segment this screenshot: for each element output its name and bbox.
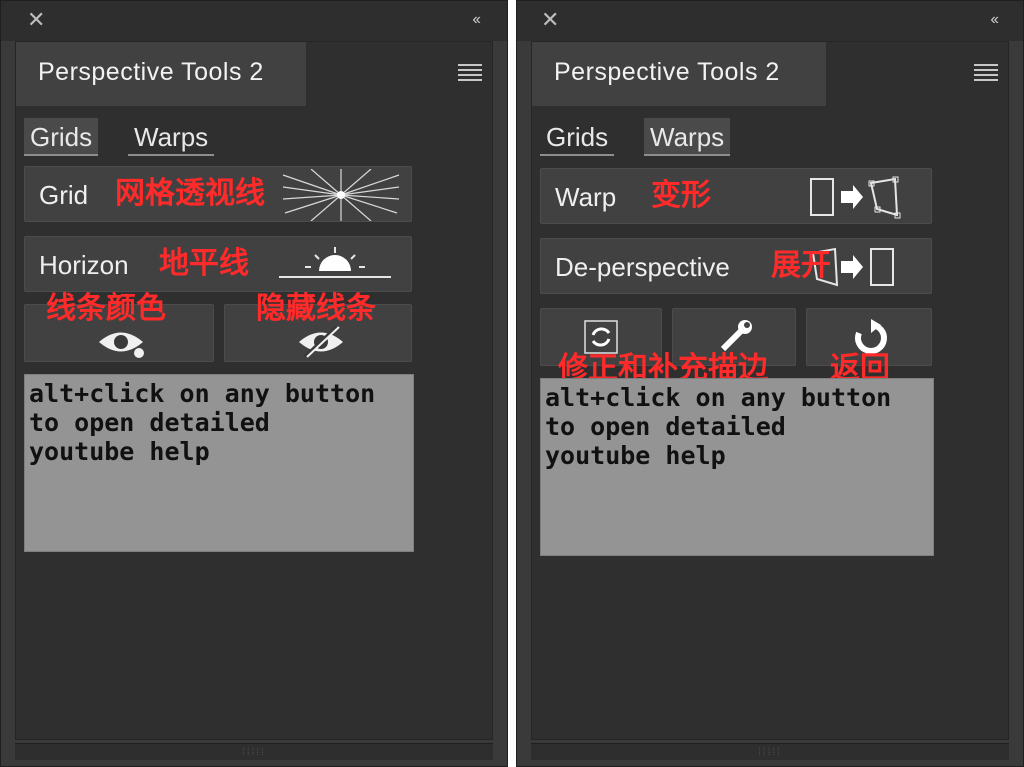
panel-footer: ⁞⁞⁞⁞⁞: [15, 743, 493, 760]
warp-button-label: Warp: [555, 182, 617, 212]
eye-color-icon: [99, 332, 144, 358]
tab-warps[interactable]: Warps: [644, 118, 731, 156]
tab-warps[interactable]: Warps: [128, 118, 215, 156]
panel-menu-icon[interactable]: [974, 64, 998, 81]
grid-annotation: 网格透视线: [115, 176, 265, 211]
eye-hidden-icon: [299, 325, 343, 359]
tab-grids[interactable]: Grids: [24, 118, 99, 156]
horizon-sunrise-icon: [279, 247, 391, 278]
horizon-annotation: 地平线: [159, 246, 249, 281]
panel-topbar: ✕ ‹‹: [1, 1, 507, 41]
help-text: alt+click on any button to open detailed…: [545, 383, 892, 470]
grid-button[interactable]: Grid 网格透视线: [24, 166, 412, 222]
de-perspective-button[interactable]: De-perspective 展开: [540, 238, 932, 294]
warp-icon: [810, 176, 901, 219]
panel-title: Perspective Tools 2: [38, 58, 264, 86]
perspective-tools-panel-grids: ✕ ‹‹ Perspective Tools 2 Grids Warps Gri…: [0, 0, 508, 767]
close-icon[interactable]: ✕: [27, 9, 45, 31]
panel-title: Perspective Tools 2: [554, 58, 780, 86]
horizon-button[interactable]: Horizon 地平线: [24, 236, 412, 292]
close-icon[interactable]: ✕: [541, 9, 559, 31]
panel-title-tab[interactable]: Perspective Tools 2: [16, 42, 306, 106]
help-box: alt+click on any button to open detailed…: [24, 374, 414, 552]
warp-annotation: 变形: [651, 178, 711, 213]
help-text: alt+click on any button to open detailed…: [29, 379, 376, 466]
collapse-icon[interactable]: ‹‹: [990, 12, 999, 28]
warp-button[interactable]: Warp 变形: [540, 168, 932, 224]
grid-button-label: Grid: [39, 180, 89, 210]
panel-body: Perspective Tools 2 Grids Warps Grid 网格透…: [15, 41, 493, 740]
horizon-button-label: Horizon: [39, 250, 129, 280]
hide-lines-annotation: 隐藏线条: [256, 291, 376, 326]
grid-sunburst-icon: [282, 169, 400, 221]
panel-menu-icon[interactable]: [458, 64, 482, 81]
panel-body: Perspective Tools 2 Grids Warps Warp 变形 …: [531, 41, 1009, 740]
de-perspective-annotation: 展开: [771, 248, 831, 283]
panel-footer: ⁞⁞⁞⁞⁞: [531, 743, 1009, 760]
panel-topbar: ✕ ‹‹: [517, 1, 1023, 41]
help-box: alt+click on any button to open detailed…: [540, 378, 934, 556]
panel-title-tab[interactable]: Perspective Tools 2: [532, 42, 826, 106]
collapse-icon[interactable]: ‹‹: [472, 12, 481, 28]
line-color-annotation: 线条颜色: [46, 291, 166, 326]
resize-grip-icon[interactable]: ⁞⁞⁞⁞⁞: [242, 747, 266, 758]
tab-grids[interactable]: Grids: [540, 118, 615, 156]
resize-grip-icon[interactable]: ⁞⁞⁞⁞⁞: [758, 747, 782, 758]
de-perspective-button-label: De-perspective: [555, 252, 730, 282]
perspective-tools-panel-warps: ✕ ‹‹ Perspective Tools 2 Grids Warps War…: [516, 0, 1024, 767]
